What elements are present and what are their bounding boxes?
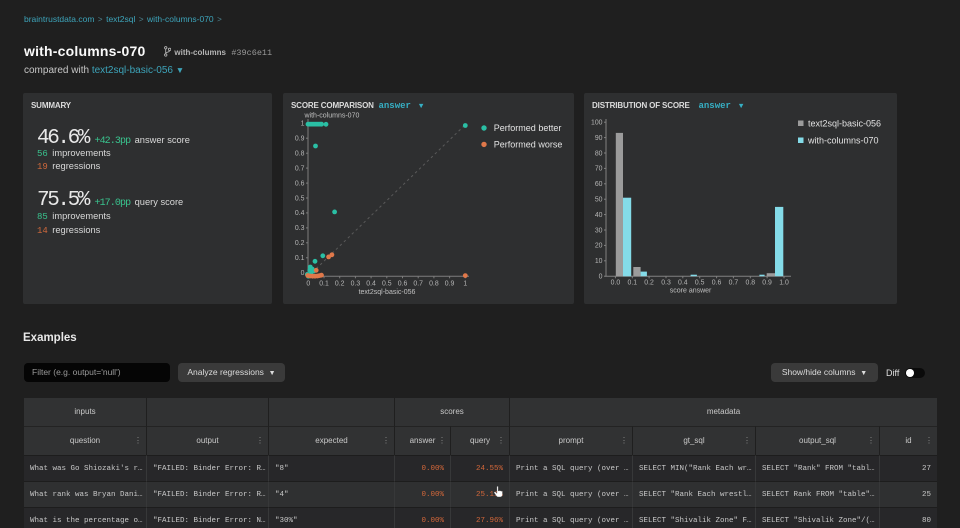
- svg-text:1: 1: [301, 121, 305, 128]
- svg-text:100: 100: [591, 120, 603, 127]
- svg-text:0.1: 0.1: [319, 281, 329, 288]
- svg-text:0.9: 0.9: [445, 281, 455, 288]
- svg-text:0.5: 0.5: [382, 281, 392, 288]
- svg-text:text2sql-basic-056: text2sql-basic-056: [359, 289, 416, 296]
- svg-text:0.9: 0.9: [295, 136, 305, 143]
- svg-text:10: 10: [595, 258, 603, 265]
- svg-text:0.6: 0.6: [295, 180, 305, 187]
- svg-text:80: 80: [595, 150, 603, 157]
- svg-text:90: 90: [595, 135, 603, 142]
- svg-text:0.7: 0.7: [413, 281, 423, 288]
- svg-text:score answer: score answer: [670, 288, 712, 295]
- svg-text:0.2: 0.2: [644, 280, 654, 287]
- svg-text:30: 30: [595, 227, 603, 234]
- svg-text:0.2: 0.2: [335, 281, 345, 288]
- svg-text:0.4: 0.4: [678, 280, 688, 287]
- svg-text:0.9: 0.9: [762, 280, 772, 287]
- svg-text:70: 70: [595, 166, 603, 173]
- svg-text:0.2: 0.2: [295, 240, 305, 247]
- svg-text:0.8: 0.8: [429, 281, 439, 288]
- svg-text:with-columns-070: with-columns-070: [807, 136, 879, 146]
- svg-text:50: 50: [595, 197, 603, 204]
- svg-text:0.7: 0.7: [295, 165, 305, 172]
- svg-text:0.4: 0.4: [295, 210, 305, 217]
- svg-text:0: 0: [599, 274, 603, 281]
- svg-text:text2sql-basic-056: text2sql-basic-056: [808, 119, 881, 129]
- svg-text:0.8: 0.8: [746, 280, 756, 287]
- svg-text:1.0: 1.0: [779, 280, 789, 287]
- svg-text:0.1: 0.1: [628, 280, 638, 287]
- svg-text:Performed worse: Performed worse: [494, 140, 563, 150]
- svg-text:0.5: 0.5: [295, 195, 305, 202]
- svg-text:0.0: 0.0: [611, 280, 621, 287]
- svg-text:0: 0: [301, 270, 305, 277]
- svg-text:0.4: 0.4: [366, 281, 376, 288]
- svg-text:0.3: 0.3: [661, 280, 671, 287]
- svg-text:0.3: 0.3: [351, 281, 361, 288]
- svg-text:Performed better: Performed better: [494, 123, 562, 133]
- svg-text:40: 40: [595, 212, 603, 219]
- svg-text:0.6: 0.6: [712, 280, 722, 287]
- svg-text:20: 20: [595, 243, 603, 250]
- svg-text:0.5: 0.5: [695, 280, 705, 287]
- svg-text:0: 0: [306, 281, 310, 288]
- svg-text:0.8: 0.8: [295, 151, 305, 158]
- svg-text:1: 1: [463, 281, 467, 288]
- svg-text:with-columns-070: with-columns-070: [304, 113, 360, 120]
- svg-text:0.3: 0.3: [295, 225, 305, 232]
- svg-text:60: 60: [595, 181, 603, 188]
- svg-text:0.7: 0.7: [729, 280, 739, 287]
- svg-text:0.6: 0.6: [398, 281, 408, 288]
- svg-text:0.1: 0.1: [295, 255, 305, 262]
